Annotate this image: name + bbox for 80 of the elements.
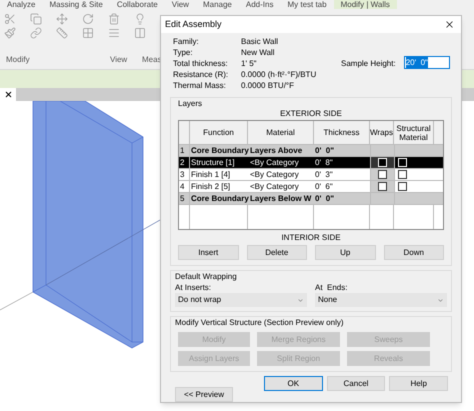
panel-label: Modify [6,54,31,66]
lines-icon[interactable] [108,27,120,39]
field-value: 1' 5" [241,59,258,69]
dropdown[interactable]: None [315,293,447,307]
close-icon[interactable] [444,19,455,30]
columns-icon[interactable] [134,27,146,39]
table-cell-text: 0' 0" [314,193,336,204]
section-label: EXTERIOR SIDE [280,109,342,119]
table-cell-text: <By Category [249,157,300,168]
trash-icon[interactable] [108,13,120,25]
chevron-down-icon [437,296,444,304]
table-cell: Core Boundary [190,145,248,156]
rotate-icon[interactable] [82,13,94,25]
checkbox[interactable] [378,170,387,179]
row-number: 5 [179,193,190,204]
field-label: Thermal Mass: [173,81,227,91]
move-icon[interactable] [56,13,68,25]
dialog-button[interactable]: OK [264,376,323,391]
table-cell-text: Finish 2 [5] [190,181,232,192]
ribbon-tab[interactable]: Collaborate [110,0,165,9]
group-title: Default Wrapping [175,272,238,282]
field-value: New Wall [241,48,276,58]
sample-height-field[interactable]: 20' 0" [404,56,450,69]
layer-row[interactable]: 5 Core BoundaryLayers Below W 0' 0" [179,192,443,204]
ribbon-tab[interactable]: Massing & Site [42,0,110,9]
table-cell-text: 0' 3" [314,169,334,180]
ruler-icon[interactable] [56,27,68,39]
field-value: 0.0000 BTU/°F [241,81,295,91]
ribbon-tab[interactable]: Manage [196,0,239,9]
layer-row[interactable]: 3 Finish 1 [4] <By Category 0' 3" [179,168,443,180]
table-cell-text: 0' 8" [314,157,334,168]
table-cell-text: <By Category [249,169,300,180]
dropdown[interactable]: Do not wrap [175,293,307,307]
ribbon-tab[interactable]: My test tab [280,0,334,9]
panel-label: View [110,54,128,66]
layer-row[interactable]: 4 Finish 2 [5] <By Category 0' 6" [179,180,443,192]
checkbox[interactable] [398,170,407,179]
ribbon-tab[interactable]: Modify | Walls [334,0,397,9]
field-label: Family: [173,37,200,47]
dialog-button[interactable]: Cancel [326,376,386,391]
group-title: Layers [178,99,204,109]
table-cell: Core Boundary [190,193,248,204]
scissors-icon[interactable] [4,13,16,25]
section-label: INTERIOR SIDE [281,233,341,243]
table-cell-text: Structure [1] [190,157,236,168]
ribbon-tab[interactable]: View [164,0,196,9]
paintbrush-icon[interactable] [4,27,16,39]
field-label: Total thickness: [173,59,229,69]
table-cell-text: Finish 1 [4] [190,169,232,180]
table-cell-text: <By Category [249,181,300,192]
field-value: Basic Wall [241,37,280,47]
field-label: Sample Height: [341,58,396,70]
close-icon[interactable] [4,90,12,99]
window-title: Edit Assembly [165,18,222,31]
dialog-button[interactable]: Insert [178,245,238,260]
copy-icon[interactable] [30,13,42,25]
field-label: Resistance (R): [173,70,230,80]
field-label: At Ends: [315,283,348,293]
group-title: Modify Vertical Structure (Section Preview only) [175,318,345,328]
checkbox[interactable] [378,182,387,191]
dialog-button[interactable]: << Preview [175,387,233,402]
dialog-button[interactable]: Help [389,376,448,391]
dialog-button[interactable]: Delete [246,245,307,260]
field-label: At Inserts: [175,283,212,293]
field-value: 0.0000 (h·ft²·°F)/BTU [241,70,318,80]
table-cell-text: 0' 0" [314,145,336,156]
table-cell-text: Layers Above [249,145,304,156]
link-icon[interactable] [30,27,42,39]
table-cell-text: 0' 6" [314,181,334,192]
ribbon-tab[interactable]: Add-Ins [238,0,280,9]
field-label: Type: [173,48,194,58]
layer-row[interactable]: 1 Core BoundaryLayers Above 0' 0" [179,144,443,156]
lightbulb-icon[interactable] [134,13,146,25]
checkbox[interactable] [398,182,407,191]
dialog-button[interactable]: Down [384,245,444,260]
ribbon-tab[interactable]: Analyze [0,0,42,9]
table-cell-text: Layers Below W [249,193,312,204]
dialog-button[interactable]: Up [315,245,376,260]
chevron-down-icon [297,296,304,304]
grid-icon[interactable] [82,27,94,39]
